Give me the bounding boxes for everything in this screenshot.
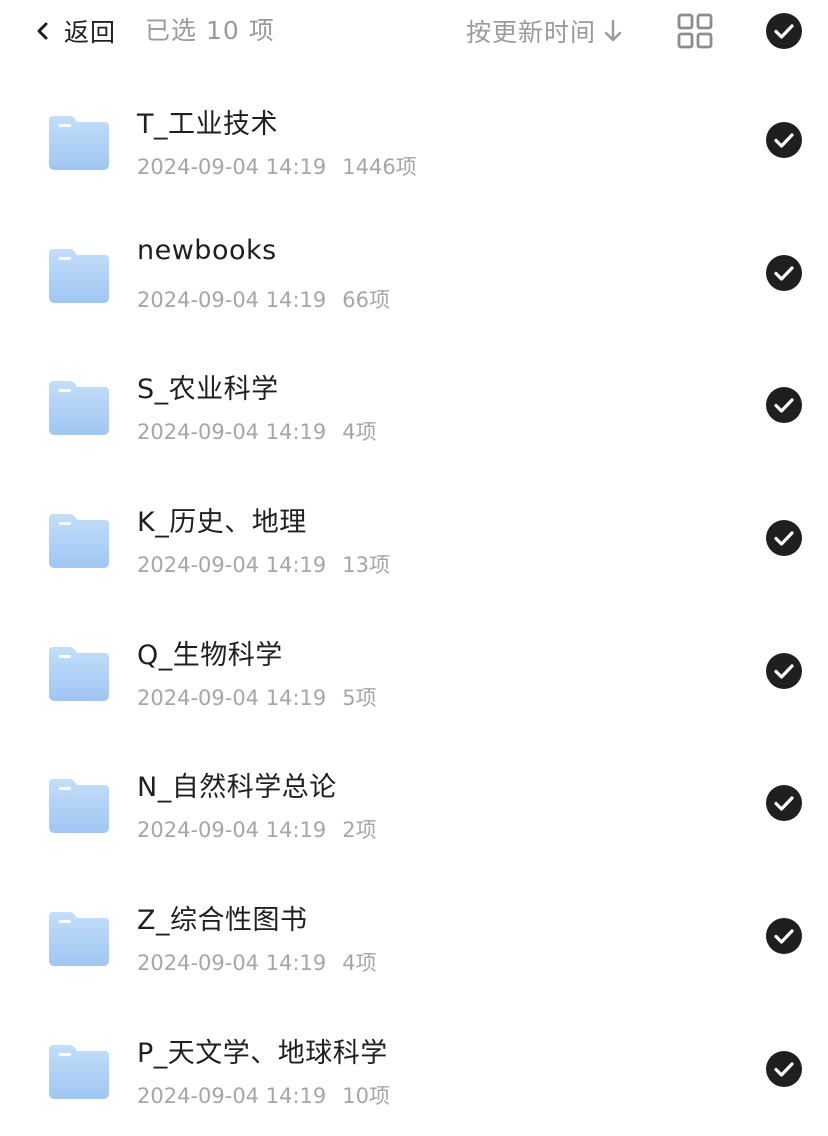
sort-button[interactable]: 按更新时间 <box>466 10 624 52</box>
selected-check-icon[interactable] <box>766 1050 802 1087</box>
back-label: 返回 <box>64 18 117 47</box>
folder-item-count: 1446项 <box>342 155 417 179</box>
folder-icon <box>49 1044 109 1099</box>
folder-icon <box>49 116 109 170</box>
arrow-down-icon <box>604 19 622 42</box>
folder-icon <box>49 912 109 967</box>
folder-item-count: 2项 <box>342 818 377 843</box>
selected-check-icon[interactable] <box>766 520 802 557</box>
chevron-left-icon <box>37 22 48 40</box>
back-button[interactable]: 返回 <box>34 10 116 52</box>
folder-name: Z_综合性图书 <box>137 905 308 937</box>
folder-name: T_工业技术 <box>137 109 278 140</box>
folder-row[interactable]: Q_生物科学 2024-09-04 14:19 5项 <box>0 605 828 738</box>
selected-count: 已选 10 项 <box>145 16 275 45</box>
folder-icon <box>49 248 109 303</box>
folder-name: Q_生物科学 <box>137 639 283 671</box>
folder-meta: 2024-09-04 14:19 66项 <box>137 284 390 314</box>
selected-check-icon[interactable] <box>766 652 802 689</box>
folder-row[interactable]: S_农业科学 2024-09-04 14:19 4项 <box>0 339 828 472</box>
folder-date: 2024-09-04 14:19 <box>137 553 327 578</box>
selected-check-icon[interactable] <box>766 122 802 158</box>
folder-date: 2024-09-04 14:19 <box>137 1083 327 1108</box>
select-all-check-icon[interactable] <box>766 13 802 49</box>
folder-date: 2024-09-04 14:19 <box>137 287 327 312</box>
folder-item-count: 4项 <box>342 420 377 445</box>
folder-name: N_自然科学总论 <box>137 772 337 804</box>
folder-date: 2024-09-04 14:19 <box>137 155 327 179</box>
folder-item-count: 66项 <box>342 287 390 312</box>
folder-item-count: 5项 <box>342 685 377 710</box>
folder-item-count: 13项 <box>342 553 390 578</box>
folder-row[interactable]: N_自然科学总论 2024-09-04 14:19 2项 <box>0 737 828 870</box>
selected-check-icon[interactable] <box>766 387 802 424</box>
folder-icon <box>49 779 109 834</box>
folder-meta: 2024-09-04 14:19 2项 <box>137 814 377 844</box>
folder-meta: 2024-09-04 14:19 4项 <box>137 416 377 446</box>
folder-list: T_工业技术 2024-09-04 14:19 1446项 newbooks 20… <box>0 74 828 1136</box>
folder-meta: 2024-09-04 14:19 4项 <box>137 947 377 977</box>
folder-item-count: 10项 <box>342 1083 390 1108</box>
folder-date: 2024-09-04 14:19 <box>137 420 327 445</box>
folder-icon <box>49 646 109 701</box>
folder-name: P_天文学、地球科学 <box>137 1037 388 1069</box>
folder-row[interactable]: K_历史、地理 2024-09-04 14:19 13项 <box>0 472 828 605</box>
folder-date: 2024-09-04 14:19 <box>137 685 327 710</box>
folder-icon <box>49 514 109 569</box>
folder-meta: 2024-09-04 14:19 1446项 <box>137 151 417 181</box>
selected-check-icon[interactable] <box>766 254 802 291</box>
top-bar: 返回 已选 10 项 按更新时间 <box>0 0 828 62</box>
folder-name: K_历史、地理 <box>137 507 307 539</box>
selected-check-icon[interactable] <box>766 785 802 822</box>
folder-row[interactable]: newbooks 2024-09-04 14:19 66项 <box>0 207 828 340</box>
folder-meta: 2024-09-04 14:19 10项 <box>137 1080 390 1110</box>
folder-meta: 2024-09-04 14:19 5项 <box>137 682 377 712</box>
folder-row[interactable]: P_天文学、地球科学 2024-09-04 14:19 10项 <box>0 1003 828 1136</box>
folder-name: newbooks <box>137 234 277 266</box>
folder-item-count: 4项 <box>342 951 377 976</box>
selected-check-icon[interactable] <box>766 918 802 955</box>
folder-icon <box>49 381 109 436</box>
folder-date: 2024-09-04 14:19 <box>137 951 327 976</box>
folder-row[interactable]: T_工业技术 2024-09-04 14:19 1446项 <box>0 74 828 207</box>
grid-view-icon[interactable] <box>677 13 713 49</box>
folder-row[interactable]: Z_综合性图书 2024-09-04 14:19 4项 <box>0 870 828 1003</box>
folder-meta: 2024-09-04 14:19 13项 <box>137 549 390 579</box>
sort-label: 按更新时间 <box>466 18 597 47</box>
folder-date: 2024-09-04 14:19 <box>137 818 327 843</box>
folder-name: S_农业科学 <box>137 374 279 406</box>
